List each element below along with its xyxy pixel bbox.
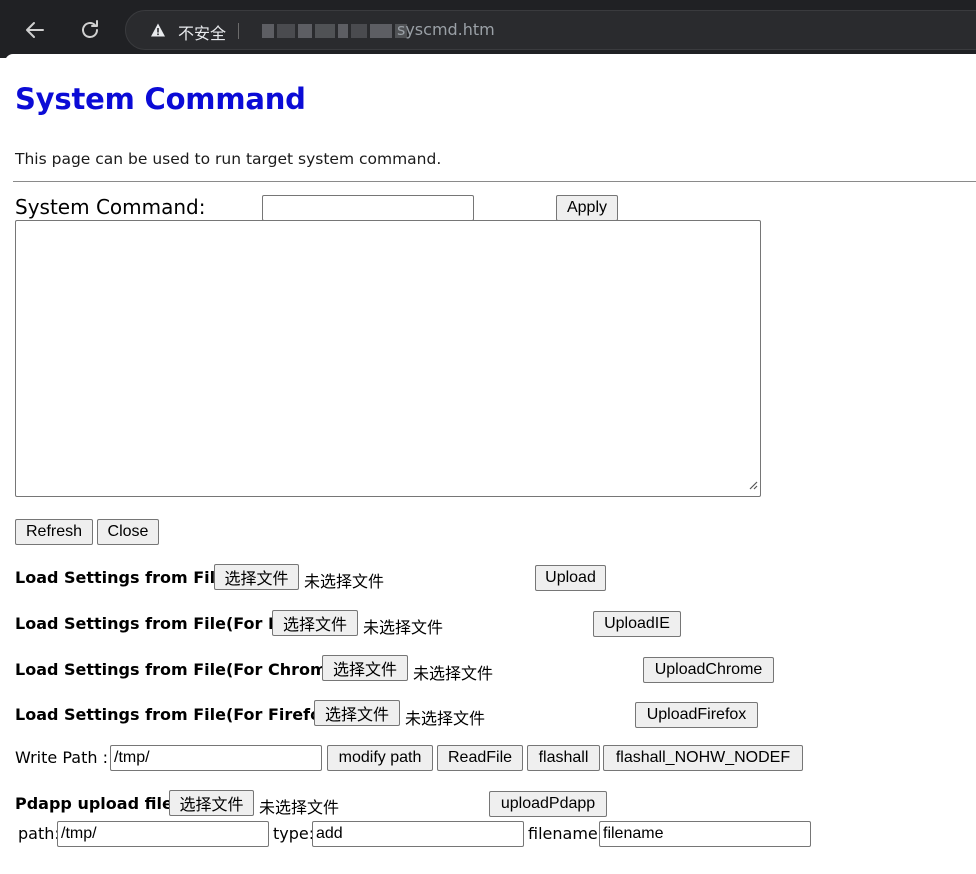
no-file-selected-chrome: 未选择文件 [413,664,494,683]
read-file-button[interactable]: ReadFile [437,745,523,771]
choose-file-button[interactable]: 选择文件 [214,564,299,590]
pdapp-type-label: type: [273,824,315,843]
resize-grip-icon[interactable] [748,475,758,494]
upload-ie-button[interactable]: UploadIE [593,611,681,637]
write-path-input[interactable]: /tmp/ [110,745,322,771]
pdapp-path-label: path: [18,824,60,843]
no-file-selected-ie: 未选择文件 [363,618,444,637]
divider [13,181,976,182]
pdapp-path-input[interactable]: /tmp/ [57,821,269,847]
upload-button[interactable]: Upload [535,565,606,591]
no-file-selected-pdapp: 未选择文件 [259,798,340,817]
apply-button[interactable]: Apply [556,195,618,221]
page-title: System Command [15,82,306,116]
choose-file-firefox-button[interactable]: 选择文件 [314,700,400,726]
page-description: This page can be used to run target syst… [15,150,442,168]
upload-firefox-button[interactable]: UploadFirefox [635,702,758,728]
command-label: System Command: [15,195,206,219]
no-file-selected: 未选择文件 [304,572,385,591]
upload-pdapp-button[interactable]: uploadPdapp [489,791,607,817]
browser-toolbar: 不安全 syscmd.htm [0,0,976,58]
refresh-button[interactable]: Refresh [15,519,93,545]
load-settings-chrome-label: Load Settings from File(For Chrome): [15,660,352,679]
modify-path-button[interactable]: modify path [327,745,433,771]
close-button[interactable]: Close [97,519,159,545]
choose-file-chrome-button[interactable]: 选择文件 [322,655,408,681]
upload-chrome-button[interactable]: UploadChrome [643,657,774,683]
flashall-nohw-nodef-button[interactable]: flashall_NOHW_NODEF [603,745,803,771]
insecure-label[interactable]: 不安全 [178,20,226,44]
load-settings-firefox-label: Load Settings from File(For Firefox): [15,705,346,724]
command-output-textarea[interactable] [15,220,761,497]
command-input[interactable] [262,195,474,221]
pdapp-upload-label: Pdapp upload file: [15,794,180,813]
pdapp-filename-input[interactable]: filename [599,821,811,847]
page-content: System Command This page can be used to … [5,54,976,874]
warning-icon[interactable] [150,22,166,42]
no-file-selected-firefox: 未选择文件 [405,709,486,728]
address-bar[interactable]: 不安全 syscmd.htm [125,10,976,50]
load-settings-ie-label: Load Settings from File(For IE): [15,614,299,633]
write-path-label: Write Path : [15,748,108,767]
address-separator [238,23,239,39]
back-arrow-icon[interactable] [19,14,51,46]
pdapp-filename-label: filename: [528,824,604,843]
pdapp-type-input[interactable]: add [312,821,524,847]
choose-file-pdapp-button[interactable]: 选择文件 [169,790,254,816]
url-path[interactable]: syscmd.htm [397,20,495,39]
flashall-button[interactable]: flashall [527,745,600,771]
choose-file-ie-button[interactable]: 选择文件 [272,610,358,636]
load-settings-label: Load Settings from File: [15,568,233,587]
reload-icon[interactable] [74,14,106,46]
redacted-host [262,24,407,38]
